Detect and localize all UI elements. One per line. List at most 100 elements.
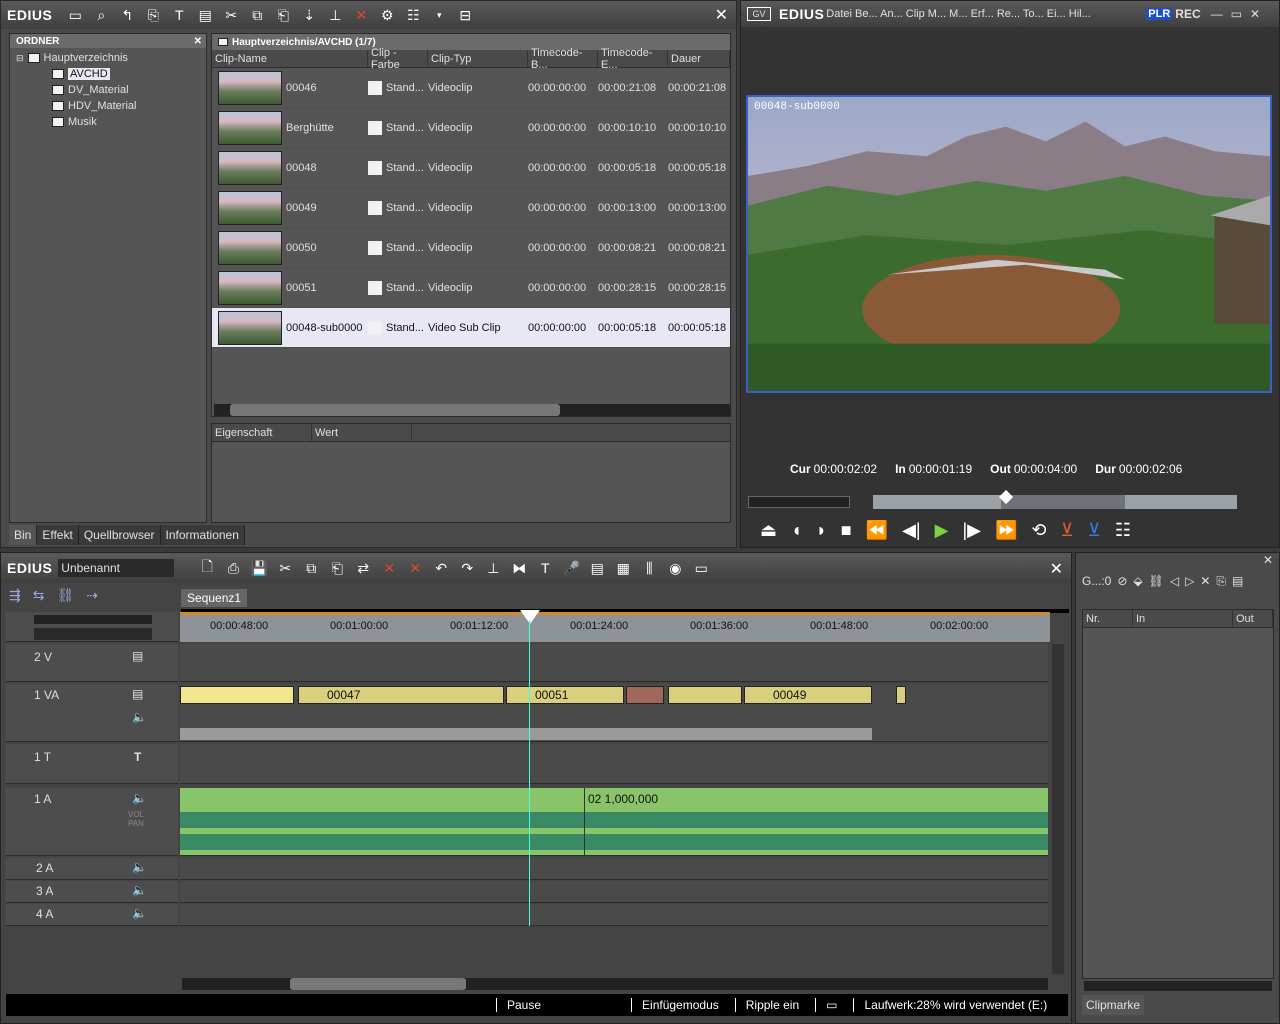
menu-options-icon[interactable]: ☷ (1115, 520, 1131, 541)
column-header[interactable]: Dauer (668, 50, 730, 67)
prev-marker-icon[interactable]: ◁ (1170, 574, 1179, 588)
loop-icon[interactable]: ⏏ (760, 520, 777, 541)
title-icon[interactable]: T (134, 750, 141, 764)
track-head-1t[interactable]: 1 T T (6, 744, 178, 784)
track-head-1a[interactable]: 1 A 🔈 VOL PAN (6, 788, 178, 856)
folder-icon[interactable]: ▭ (64, 4, 86, 26)
clip-row[interactable]: 00050 Stand... Videoclip 00:00:00:00 00:00:0… (212, 228, 730, 268)
zoom-select[interactable] (34, 628, 152, 640)
timeline-clip[interactable] (896, 686, 906, 704)
track-2a[interactable] (180, 858, 1048, 880)
close-icon[interactable]: ✕ (715, 5, 728, 25)
collapse-icon[interactable]: ⊟ (16, 53, 24, 64)
zoom-slider[interactable] (34, 615, 152, 624)
clip-row[interactable]: 00048 Stand... Videoclip 00:00:00:00 00:00:0… (212, 148, 730, 188)
insert-icon[interactable]: ⊥ (324, 4, 346, 26)
render-icon[interactable]: ▤ (586, 557, 608, 579)
clip-row[interactable]: Berghütte Stand... Videoclip 00:00:00:00 00:… (212, 108, 730, 148)
clip-color-swatch[interactable] (368, 120, 382, 135)
tree-item-dv[interactable]: DV_Material (10, 82, 206, 98)
video-mute-icon[interactable]: ▤ (132, 687, 143, 701)
track-1a[interactable]: 02 1,000,000 (180, 788, 1048, 856)
search-icon[interactable]: ⌕ (90, 4, 112, 26)
playhead-handle[interactable] (520, 610, 540, 624)
up-folder-icon[interactable]: ↰ (116, 4, 138, 26)
track-head-2v[interactable]: 2 V ▤ (6, 644, 178, 682)
color-bar-icon[interactable]: ▤ (194, 4, 216, 26)
scrollbar-thumb[interactable] (290, 978, 466, 990)
marker-scrollbar[interactable] (1084, 981, 1272, 991)
marker-icon[interactable]: ⧓ (508, 557, 530, 579)
tab-sequenz1[interactable]: Sequenz1 (181, 589, 248, 607)
timeline-clip[interactable]: 00051 (506, 686, 624, 704)
main-menu[interactable]: Datei Be... An... Clip M... M... Erf... … (826, 8, 1146, 20)
step-forward-icon[interactable]: |▶ (962, 520, 981, 541)
stop-icon[interactable]: ■ (841, 520, 852, 541)
speaker-icon[interactable]: 🔈 (132, 791, 147, 805)
timeline-clip[interactable] (626, 686, 664, 704)
export-icon[interactable]: ▭ (690, 557, 712, 579)
horizontal-scrollbar[interactable] (214, 404, 730, 416)
delete-marker-icon[interactable]: ✕ (1200, 574, 1210, 588)
tab-effekt[interactable]: Effekt (37, 525, 79, 545)
clip-row[interactable]: 00051 Stand... Videoclip 00:00:00:00 00:00:2… (212, 268, 730, 308)
position-slider[interactable] (872, 489, 1238, 510)
save-icon[interactable]: 💾 (248, 557, 270, 579)
close-icon[interactable]: ✕ (1263, 553, 1273, 567)
timeline-clip[interactable] (180, 686, 294, 704)
video-mute-icon[interactable]: ▤ (132, 649, 143, 663)
paste-icon[interactable]: ⎗ (326, 557, 348, 579)
track-3a[interactable] (180, 881, 1048, 903)
step-back-icon[interactable]: ◀| (902, 520, 921, 541)
tab-informationen[interactable]: Informationen (160, 525, 245, 545)
loop-play-icon[interactable]: ⟲ (1031, 520, 1046, 541)
properties-icon[interactable]: ⚙ (376, 4, 398, 26)
track-head-2a[interactable]: 2 A 🔈 (6, 858, 178, 880)
column-header[interactable]: Clip-Name (212, 50, 368, 67)
project-name-field[interactable]: Unbenannt (58, 559, 175, 577)
color-icon[interactable]: ◉ (664, 557, 686, 579)
tab-clipmarke[interactable]: Clipmarke (1082, 995, 1145, 1015)
marker-toggle-icon[interactable]: ⊘ (1117, 574, 1127, 588)
column-header[interactable]: Timecode-B... (528, 47, 598, 71)
clip-color-swatch[interactable] (368, 80, 382, 95)
speaker-icon[interactable]: 🔈 (132, 883, 147, 897)
tree-item-musik[interactable]: Musik (10, 114, 206, 130)
clip-color-swatch[interactable] (368, 280, 382, 295)
close-icon[interactable]: ✕ (1250, 7, 1260, 21)
paste-icon[interactable]: ⎗ (272, 4, 294, 26)
open-icon[interactable]: ⎙ (222, 557, 244, 579)
tree-item-avchd[interactable]: AVCHD (10, 66, 206, 82)
copy-icon[interactable]: ⧉ (246, 4, 268, 26)
timeline-clip[interactable]: 00049 (744, 686, 872, 704)
jog-slider[interactable] (748, 496, 850, 508)
title-icon[interactable]: T (168, 4, 190, 26)
plr-button[interactable]: PLR (1146, 8, 1173, 20)
column-header[interactable]: Clip-Typ (428, 50, 528, 67)
tab-quellbrowser[interactable]: Quellbrowser (78, 525, 161, 545)
chevron-down-icon[interactable]: ▾ (428, 4, 450, 26)
export-icon[interactable]: ▤ (1232, 574, 1243, 588)
vertical-scrollbar[interactable] (1052, 644, 1064, 974)
ripple-delete-icon[interactable]: ✕ (404, 557, 426, 579)
fast-forward-icon[interactable]: ⏩ (995, 520, 1017, 541)
group-icon[interactable]: ⛓ (56, 587, 74, 604)
track-1va[interactable]: 00047 00051 00049 (180, 684, 1048, 742)
clip-row[interactable]: 00046 Stand... Videoclip 00:00:00:00 00:00:2… (212, 68, 730, 108)
close-icon[interactable]: ✕ (194, 36, 202, 47)
clip-color-swatch[interactable] (368, 200, 382, 215)
cut-icon[interactable]: ✂ (274, 557, 296, 579)
play-icon[interactable]: ▶ (935, 520, 949, 541)
track-head-4a[interactable]: 4 A 🔈 (6, 904, 178, 926)
sync-mode-icon[interactable]: ⇶ (9, 587, 21, 604)
split-icon[interactable]: ⊥ (482, 557, 504, 579)
timeline-scrollbar[interactable] (182, 978, 1048, 990)
tab-bin[interactable]: Bin (9, 525, 38, 545)
maximize-icon[interactable]: ▭ (1231, 7, 1242, 21)
clip-color-swatch[interactable] (368, 320, 382, 335)
column-header[interactable]: Timecode-E... (598, 47, 668, 71)
copy-icon[interactable]: ⧉ (300, 557, 322, 579)
clip-color-swatch[interactable] (368, 160, 382, 175)
column-header[interactable]: Clip - Farbe (368, 47, 428, 71)
minimize-icon[interactable]: — (1211, 7, 1223, 21)
